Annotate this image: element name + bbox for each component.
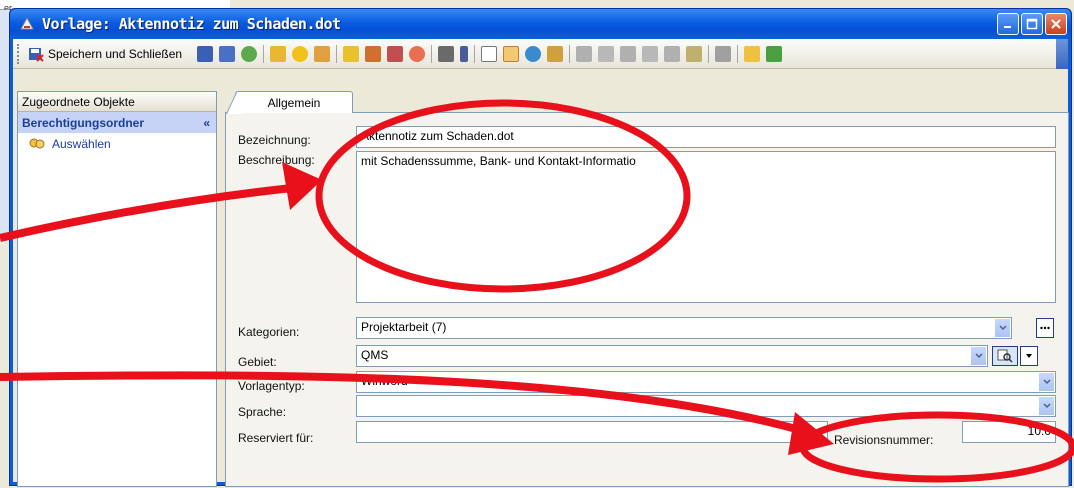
tab-panel-allgemein: Bezeichnung: Aktennotiz zum Schaden.dot …: [225, 112, 1069, 487]
link-icon-2[interactable]: [598, 45, 615, 62]
toolbar-separator: [431, 44, 433, 63]
properties-icon[interactable]: [438, 45, 455, 62]
people-icon: [29, 138, 45, 149]
tag-icon[interactable]: [314, 45, 331, 62]
save-and-close-button[interactable]: Speichern und Schließen: [24, 44, 186, 64]
permission-folder-group[interactable]: Berechtigungsordner «: [18, 112, 216, 133]
preview-icon[interactable]: [481, 45, 498, 62]
window-client-area: Speichern und Schließen Zugeordnete Obje…: [13, 39, 1069, 487]
sprache-dropdown[interactable]: [356, 395, 1056, 417]
dialog-window: Vorlage: Aktennotiz zum Schaden.dot Spei…: [9, 8, 1072, 487]
gebiet-dropdown-arrow[interactable]: [970, 347, 986, 365]
toolbar-separator: [737, 44, 739, 63]
vorlagentyp-dropdown[interactable]: Winword: [356, 371, 1056, 393]
save-close-icon: [29, 47, 44, 62]
maximize-button[interactable]: [1021, 13, 1043, 35]
triangle-down-icon: [1026, 354, 1032, 358]
kategorien-dropdown-arrow[interactable]: [994, 319, 1010, 337]
chevron-down-icon: [974, 353, 983, 359]
edit-link-icon[interactable]: [686, 45, 703, 62]
maximize-icon: [1026, 18, 1038, 30]
revisionsnummer-field[interactable]: 10.0: [962, 421, 1056, 443]
minimize-icon: [1004, 26, 1011, 28]
save-icon[interactable]: [197, 45, 214, 62]
sprache-dropdown-arrow[interactable]: [1038, 397, 1054, 415]
kategorien-dropdown[interactable]: Projektarbeit (7): [356, 317, 1012, 339]
reserviert-field[interactable]: [356, 421, 828, 443]
vorlagentyp-label: Vorlagentyp:: [238, 379, 305, 393]
minimize-button[interactable]: [997, 13, 1019, 35]
tab-container: Allgemein Bezeichnung: Aktennotiz zum Sc…: [225, 91, 1069, 487]
toolbar-separator: [569, 44, 571, 63]
toolbar-separator: [474, 44, 476, 63]
clock-icon[interactable]: [409, 45, 426, 62]
chevron-down-icon: [1042, 403, 1051, 409]
toolbar-separator: [336, 44, 338, 63]
pane-header: Zugeordnete Objekte: [18, 92, 216, 112]
collapse-chevron-icon[interactable]: «: [203, 116, 210, 130]
title-bar[interactable]: Vorlage: Aktennotiz zum Schaden.dot: [10, 9, 1071, 39]
vorlagentyp-dropdown-arrow[interactable]: [1038, 373, 1054, 391]
gebiet-search-button[interactable]: [992, 346, 1018, 366]
kategorien-value: Projektarbeit (7): [361, 320, 447, 334]
related-objects-pane: Zugeordnete Objekte Berechtigungsordner …: [17, 91, 217, 487]
save-as-icon[interactable]: [219, 45, 236, 62]
search-icon: [997, 349, 1013, 363]
bezeichnung-field[interactable]: Aktennotiz zum Schaden.dot: [356, 126, 1056, 148]
window-icon[interactable]: [365, 45, 382, 62]
gebiet-label: Gebiet:: [238, 355, 277, 369]
link-icon-4[interactable]: [642, 45, 659, 62]
reserviert-label: Reserviert für:: [238, 431, 314, 445]
toolbar-separator: [263, 44, 265, 63]
toolbar-separator: [708, 44, 710, 63]
save-and-close-label: Speichern und Schließen: [48, 46, 183, 61]
select-link[interactable]: Auswählen: [18, 133, 216, 155]
pin-icon[interactable]: [460, 45, 469, 62]
gebiet-menu-button[interactable]: [1020, 346, 1038, 366]
link-icon-5[interactable]: [664, 45, 681, 62]
sprache-label: Sprache:: [238, 405, 287, 419]
toolbar: Speichern und Schließen: [13, 39, 1068, 69]
globe-icon[interactable]: [525, 45, 542, 62]
open-doc-icon[interactable]: [547, 45, 564, 62]
toolbar-grip[interactable]: [17, 43, 20, 64]
ellipsis-icon: [1040, 326, 1050, 330]
pencil-icon[interactable]: [270, 45, 287, 62]
beschreibung-field[interactable]: mit Schadenssumme, Bank- und Kontakt-Inf…: [356, 151, 1056, 303]
wand-icon[interactable]: [343, 45, 360, 62]
chevron-down-icon: [998, 325, 1007, 331]
link-icon-3[interactable]: [620, 45, 637, 62]
tab-allgemein[interactable]: Allgemein: [235, 91, 353, 113]
revisionsnummer-label: Revisionsnummer:: [834, 433, 934, 447]
gebiet-value: QMS: [361, 348, 389, 362]
kategorien-label: Kategorien:: [238, 325, 300, 339]
bezeichnung-label: Bezeichnung:: [238, 133, 311, 147]
link-icon-1[interactable]: [576, 45, 593, 62]
close-button[interactable]: [1045, 13, 1067, 35]
star-icon[interactable]: [292, 45, 309, 62]
layout-icon[interactable]: [503, 45, 520, 62]
beschreibung-label: Beschreibung:: [238, 153, 315, 167]
refresh-icon[interactable]: [241, 45, 258, 62]
template-icon: [20, 16, 34, 30]
group-title: Berechtigungsordner: [22, 115, 145, 130]
list-icon[interactable]: [715, 45, 732, 62]
vorlagentyp-value: Winword: [361, 374, 408, 388]
folder-icon[interactable]: [744, 45, 761, 62]
select-label: Auswählen: [52, 137, 111, 151]
gebiet-dropdown[interactable]: QMS: [356, 345, 988, 367]
window-title: Vorlage: Aktennotiz zum Schaden.dot: [42, 15, 341, 33]
checklist-icon[interactable]: [387, 45, 404, 62]
kategorien-more-button[interactable]: [1036, 318, 1054, 338]
close-icon: [1051, 19, 1061, 29]
toolbar-overflow-button[interactable]: [1056, 39, 1068, 69]
exit-icon[interactable]: [766, 45, 783, 62]
chevron-down-icon: [1042, 379, 1051, 385]
